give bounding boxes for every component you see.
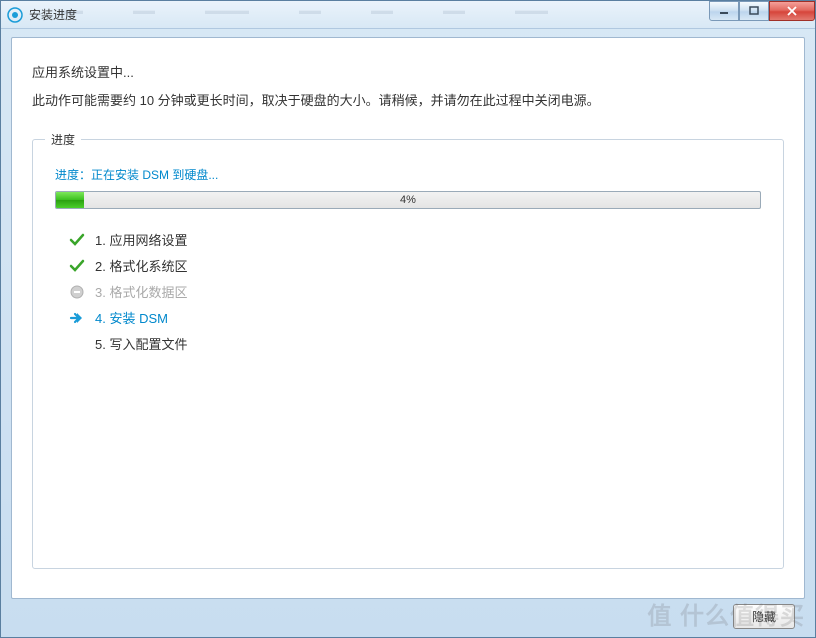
step-item: 5. 写入配置文件	[69, 331, 761, 357]
bottom-bar: 隐藏	[733, 604, 795, 629]
step-label: 4. 安装 DSM	[95, 308, 168, 327]
pending-icon	[69, 336, 85, 352]
step-item: 2. 格式化系统区	[69, 253, 761, 279]
app-icon	[7, 7, 23, 23]
install-steps-list: 1. 应用网络设置 2. 格式化系统区 3. 格式化数据区	[69, 227, 761, 357]
step-label: 5. 写入配置文件	[95, 334, 187, 353]
fieldset-legend: 进度	[45, 131, 81, 148]
step-item: 4. 安装 DSM	[69, 305, 761, 331]
hide-button[interactable]: 隐藏	[733, 604, 795, 629]
arrow-right-icon	[69, 310, 85, 326]
check-icon	[69, 232, 85, 248]
maximize-button[interactable]	[739, 1, 769, 21]
install-progress-window: ▬▬▬▬▬▬▬▬▬▬▬▬▬▬▬▬▬ 安装进度 应用系统设置中... 此动作可能需…	[0, 0, 816, 638]
check-icon	[69, 258, 85, 274]
content-panel: 应用系统设置中... 此动作可能需要约 10 分钟或更长时间，取决于硬盘的大小。…	[11, 37, 805, 599]
titlebar: 安装进度	[1, 1, 815, 29]
window-controls	[709, 1, 815, 21]
progress-percent-text: 4%	[56, 192, 760, 208]
heading-text: 应用系统设置中...	[32, 62, 784, 81]
step-item: 3. 格式化数据区	[69, 279, 761, 305]
step-label: 2. 格式化系统区	[95, 256, 187, 275]
progress-fieldset: 进度 进度：正在安装 DSM 到硬盘... 4% 1. 应用网络设置 2	[32, 139, 784, 569]
step-item: 1. 应用网络设置	[69, 227, 761, 253]
minimize-button[interactable]	[709, 1, 739, 21]
step-label: 1. 应用网络设置	[95, 230, 187, 249]
window-title: 安装进度	[29, 6, 811, 23]
step-label: 3. 格式化数据区	[95, 282, 187, 301]
subheading-text: 此动作可能需要约 10 分钟或更长时间，取决于硬盘的大小。请稍候，并请勿在此过程…	[32, 91, 784, 111]
progress-status-label: 进度：正在安装 DSM 到硬盘...	[55, 166, 761, 183]
skip-icon	[69, 284, 85, 300]
progress-bar: 4%	[55, 191, 761, 209]
close-button[interactable]	[769, 1, 815, 21]
